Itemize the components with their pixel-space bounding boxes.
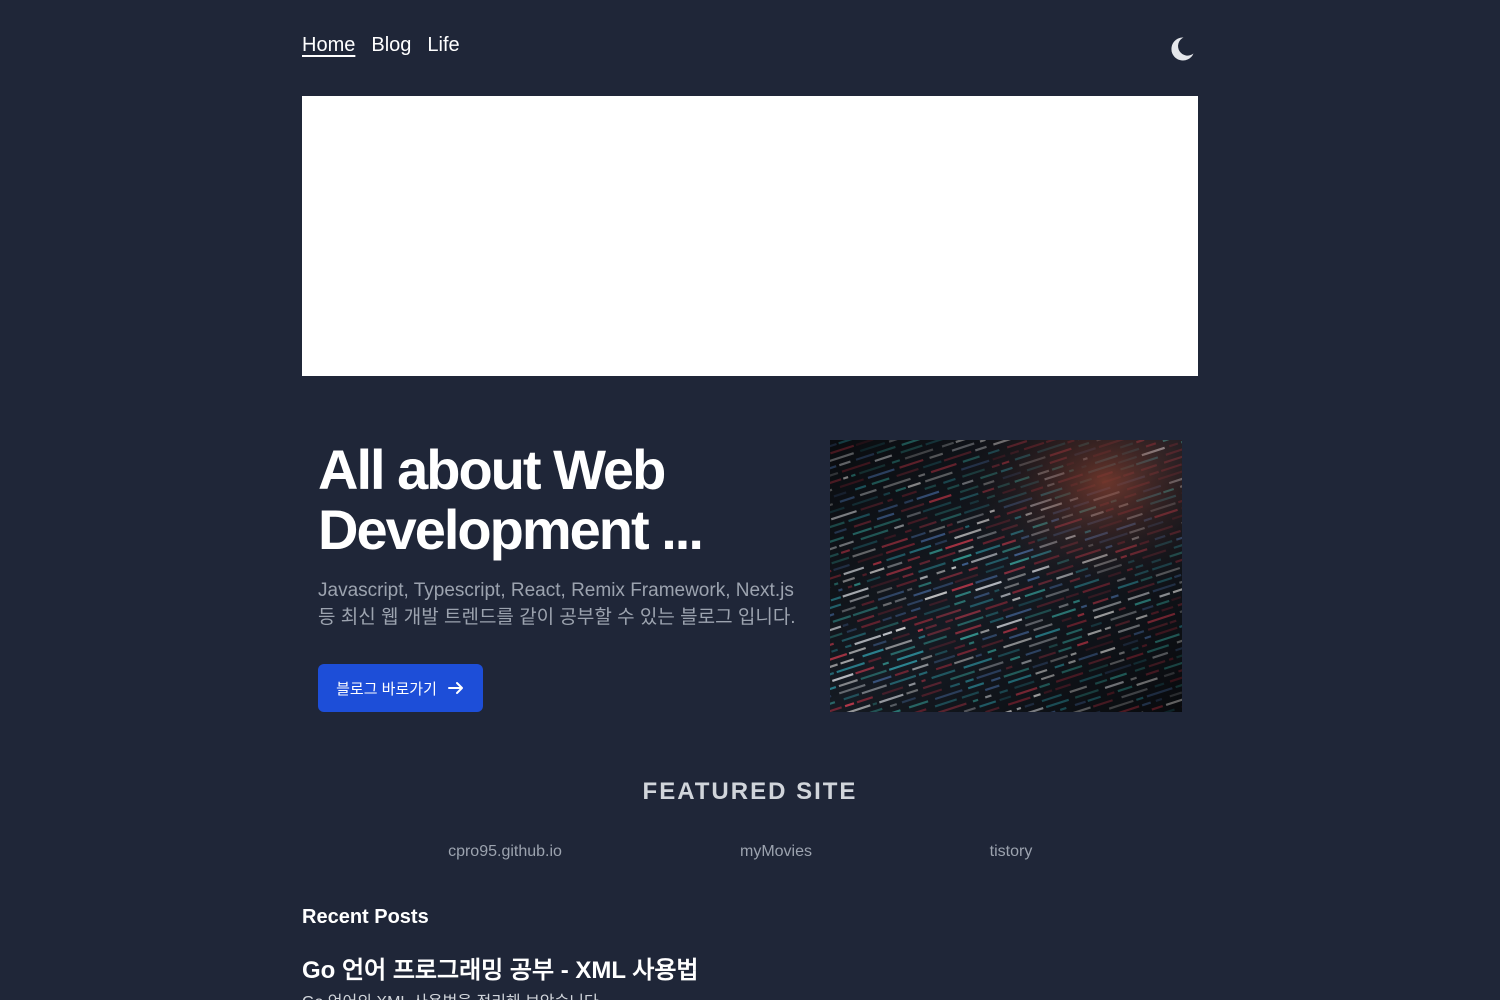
featured-site-link-mymovies[interactable]: myMovies (740, 843, 812, 861)
blog-shortcut-button-label: 블로그 바로가기 (336, 680, 437, 698)
page: Home Blog Life All about Web Development… (0, 0, 1500, 1000)
recent-posts-heading: Recent Posts (302, 906, 429, 928)
nav-blog-link[interactable]: Blog (371, 34, 411, 57)
main-nav: Home Blog Life (302, 34, 460, 57)
hero-description-line-1: Javascript, Typescript, React, Remix Fra… (318, 580, 794, 601)
featured-site-link-tistory[interactable]: tistory (990, 843, 1033, 861)
arrow-right-icon (447, 682, 463, 694)
code-screen-illustration (830, 440, 1182, 712)
post-title[interactable]: Go 언어 프로그래밍 공부 - XML 사용법 (302, 950, 699, 985)
featured-site-heading: FEATURED SITE (642, 778, 858, 805)
banner-placeholder (302, 96, 1198, 376)
nav-home-link[interactable]: Home (302, 34, 355, 57)
post-excerpt: Go 언어의 XML 사용법을 정리해 보았습니다. (302, 988, 603, 1000)
hero-title: All about Web Development ... (318, 438, 704, 561)
hero-description-line-2: 등 최신 웹 개발 트렌드를 같이 공부할 수 있는 블로그 입니다. (318, 607, 796, 628)
code-screen-image (830, 440, 1182, 712)
nav-life-link[interactable]: Life (427, 34, 459, 57)
theme-toggle-button[interactable] (1166, 34, 1196, 64)
moon-icon (1171, 37, 1194, 61)
hero-description: Javascript, Typescript, React, Remix Fra… (318, 577, 828, 631)
featured-site-link-cpro95[interactable]: cpro95.github.io (448, 843, 562, 861)
blog-shortcut-button[interactable]: 블로그 바로가기 (318, 664, 483, 712)
